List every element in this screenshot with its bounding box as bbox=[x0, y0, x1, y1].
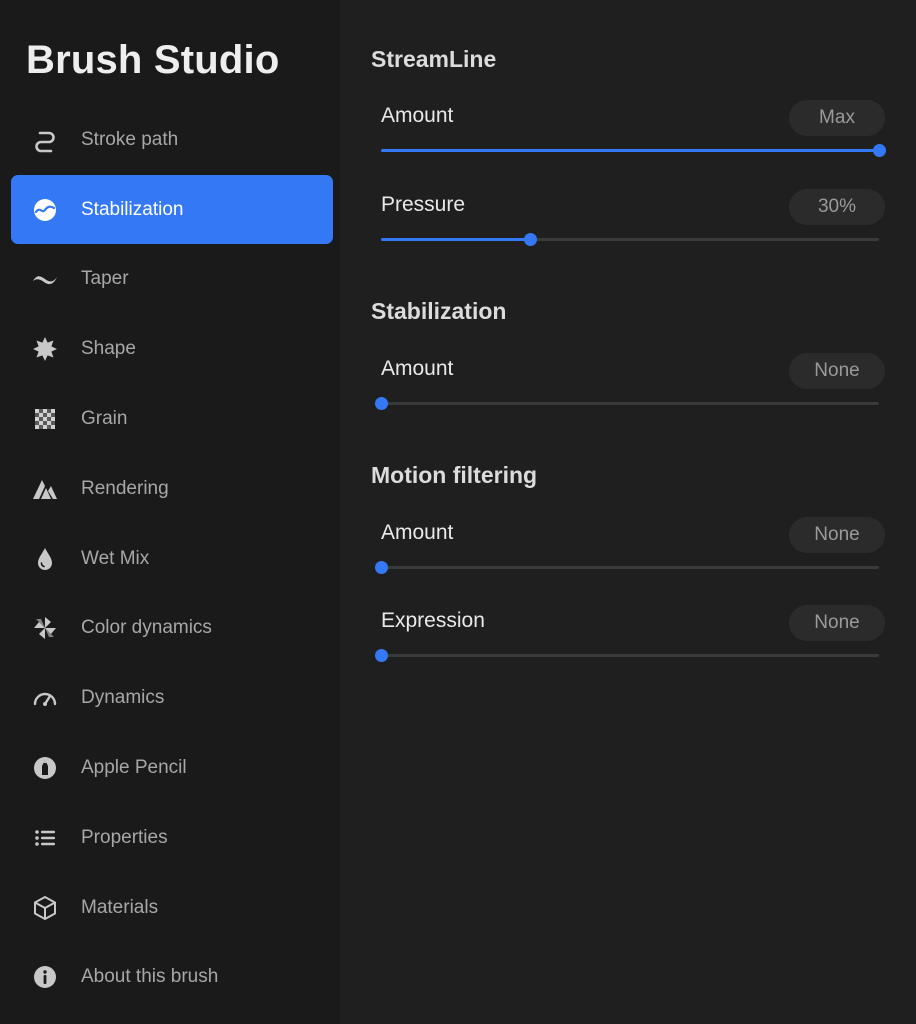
color-dynamics-icon bbox=[30, 613, 60, 643]
sidebar: Brush Studio Stroke path Stabilization T… bbox=[0, 0, 340, 1024]
shape-icon bbox=[30, 334, 60, 364]
sidebar-item-dynamics[interactable]: Dynamics bbox=[0, 663, 340, 733]
setting-label: Pressure bbox=[381, 193, 466, 216]
sidebar-item-label: Shape bbox=[81, 338, 136, 360]
grain-icon bbox=[30, 404, 60, 434]
sidebar-item-apple-pencil[interactable]: Apple Pencil bbox=[0, 733, 340, 803]
sidebar-item-label: Taper bbox=[81, 268, 129, 290]
wet-mix-icon bbox=[30, 544, 60, 574]
streamline-pressure-row: Pressure 30% bbox=[340, 189, 916, 261]
settings-panel: StreamLine Amount Max Pressure 30% Stabi… bbox=[340, 0, 916, 1024]
sidebar-item-properties[interactable]: Properties bbox=[0, 803, 340, 873]
value-badge[interactable]: Max bbox=[789, 100, 885, 136]
streamline-pressure-slider[interactable] bbox=[381, 233, 879, 246]
sidebar-item-taper[interactable]: Taper bbox=[0, 245, 340, 315]
slider-fill bbox=[381, 238, 530, 241]
slider-thumb[interactable] bbox=[375, 561, 388, 574]
value-badge[interactable]: None bbox=[789, 605, 885, 641]
app-title: Brush Studio bbox=[26, 38, 280, 82]
slider-thumb[interactable] bbox=[524, 233, 537, 246]
apple-pencil-icon bbox=[30, 753, 60, 783]
sidebar-item-label: Stabilization bbox=[81, 198, 184, 220]
slider-thumb[interactable] bbox=[873, 144, 886, 157]
setting-label: Expression bbox=[381, 609, 485, 632]
value-badge[interactable]: None bbox=[789, 517, 885, 553]
streamline-amount-row: Amount Max bbox=[340, 100, 916, 172]
sidebar-item-shape[interactable]: Shape bbox=[0, 314, 340, 384]
motion-filtering-amount-row: Amount None bbox=[340, 517, 916, 589]
sidebar-item-label: Stroke path bbox=[81, 128, 179, 150]
sidebar-item-label: Properties bbox=[81, 826, 168, 848]
sidebar-item-stabilization[interactable]: Stabilization bbox=[0, 174, 340, 245]
section-title-streamline: StreamLine bbox=[371, 46, 497, 72]
setting-label: Amount bbox=[381, 521, 454, 544]
stabilization-icon bbox=[30, 195, 60, 225]
stroke-path-icon bbox=[30, 125, 60, 155]
motion-filtering-amount-slider[interactable] bbox=[375, 561, 879, 574]
setting-label: Amount bbox=[381, 104, 454, 127]
sidebar-item-label: Materials bbox=[81, 896, 159, 918]
sidebar-item-stroke-path[interactable]: Stroke path bbox=[0, 105, 340, 175]
taper-icon bbox=[30, 264, 60, 294]
sidebar-item-label: Dynamics bbox=[81, 687, 165, 709]
properties-icon bbox=[30, 823, 60, 853]
sidebar-item-wet-mix[interactable]: Wet Mix bbox=[0, 524, 340, 594]
section-title-motion-filtering: Motion filtering bbox=[371, 462, 538, 488]
sidebar-nav: Stroke path Stabilization Taper Shape Gr… bbox=[0, 105, 340, 1012]
brush-studio-window: Brush Studio Stroke path Stabilization T… bbox=[0, 0, 916, 1024]
streamline-amount-slider[interactable] bbox=[381, 144, 886, 157]
stabilization-amount-slider[interactable] bbox=[375, 397, 879, 410]
sidebar-item-label: Color dynamics bbox=[81, 617, 212, 639]
motion-filtering-expression-slider[interactable] bbox=[375, 649, 879, 662]
materials-icon bbox=[30, 893, 60, 923]
rendering-icon bbox=[30, 474, 60, 504]
sidebar-item-label: Wet Mix bbox=[81, 547, 150, 569]
dynamics-icon bbox=[30, 683, 60, 713]
section-title-stabilization: Stabilization bbox=[371, 298, 507, 324]
sidebar-item-label: Grain bbox=[81, 408, 128, 430]
sidebar-item-label: Apple Pencil bbox=[81, 757, 187, 779]
sidebar-item-label: About this brush bbox=[81, 966, 219, 988]
stabilization-amount-row: Amount None bbox=[340, 353, 916, 425]
setting-label: Amount bbox=[381, 357, 454, 380]
sidebar-item-label: Rendering bbox=[81, 477, 169, 499]
sidebar-item-color-dynamics[interactable]: Color dynamics bbox=[0, 594, 340, 664]
about-icon bbox=[30, 962, 60, 992]
value-badge[interactable]: 30% bbox=[789, 189, 885, 225]
slider-thumb[interactable] bbox=[375, 649, 388, 662]
sidebar-item-rendering[interactable]: Rendering bbox=[0, 454, 340, 524]
slider-fill bbox=[381, 149, 879, 152]
sidebar-item-grain[interactable]: Grain bbox=[0, 384, 340, 454]
motion-filtering-expression-row: Expression None bbox=[340, 605, 916, 677]
sidebar-item-about[interactable]: About this brush bbox=[0, 943, 340, 1013]
slider-thumb[interactable] bbox=[375, 397, 388, 410]
sidebar-item-materials[interactable]: Materials bbox=[0, 873, 340, 943]
value-badge[interactable]: None bbox=[789, 353, 885, 389]
